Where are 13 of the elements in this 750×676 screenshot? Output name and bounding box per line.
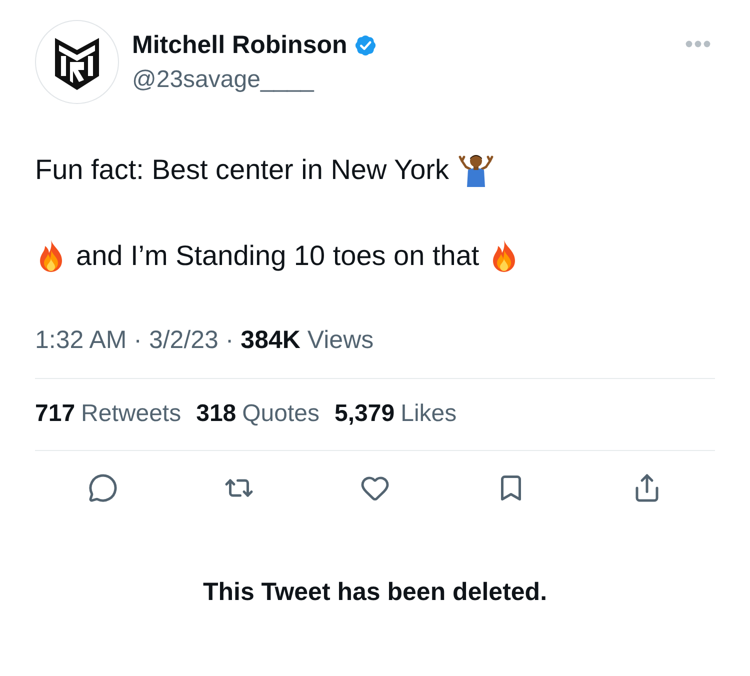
- deleted-notice: This Tweet has been deleted.: [202, 577, 548, 608]
- stat-link[interactable]: 717 Retweets: [35, 398, 182, 430]
- more-icon: [685, 40, 711, 48]
- tweet-timestamp: 1:32 AM · 3/2/23 · 384K Views: [35, 325, 374, 356]
- tweet-text: and I’m Standing 10 toes on that: [76, 239, 480, 273]
- author-name[interactable]: Mitchell Robinson: [132, 29, 348, 61]
- stat-link[interactable]: 5,379 Likes: [334, 398, 457, 430]
- shield-logo-icon: [35, 20, 119, 104]
- reply-icon: [88, 473, 118, 503]
- shrug-emoji-icon: [458, 153, 494, 187]
- stat-link[interactable]: 318 Quotes: [196, 398, 320, 430]
- author-handle[interactable]: @23savage____: [132, 64, 314, 96]
- tweet-text: Fun fact: Best center in New York: [35, 153, 449, 187]
